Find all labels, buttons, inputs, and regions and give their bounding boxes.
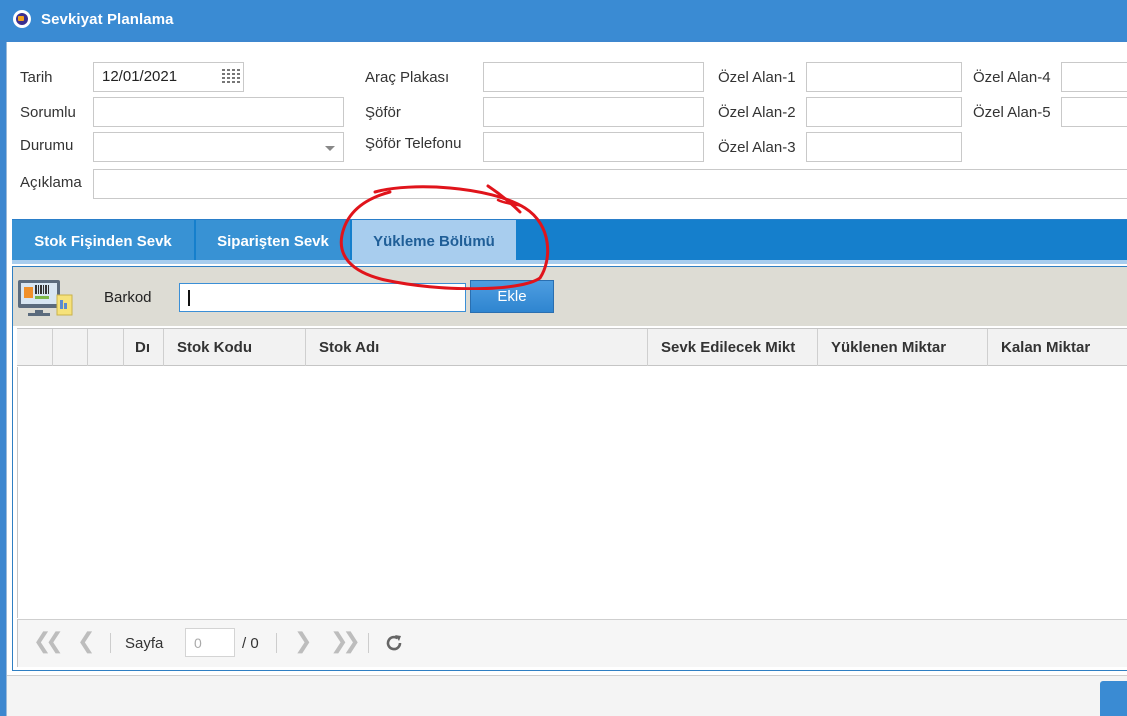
grid-col-stok-kodu[interactable]: Stok Kodu	[164, 329, 306, 366]
pos-terminal-icon	[18, 280, 73, 316]
grid-col-1[interactable]	[53, 329, 88, 366]
grid-col-stok-adi[interactable]: Stok Adı	[306, 329, 648, 366]
main-panel: Tarih 12/01/2021 Sorumlu Durumu Açıklama…	[6, 42, 1127, 716]
grid-col-0[interactable]	[17, 329, 53, 366]
sofor-label: Şöför	[365, 104, 401, 121]
first-page-icon[interactable]: ❮❮	[33, 630, 64, 652]
window-title: Sevkiyat Planlama	[41, 11, 174, 28]
tab-underline	[12, 260, 1127, 264]
arac-plakasi-label: Araç Plakası	[365, 69, 450, 86]
barkod-label: Barkod	[104, 289, 152, 306]
yukleme-tab-panel: Barkod Ekle Dı Stok Kodu Stok Adı Sevk E…	[12, 266, 1127, 671]
sofor-telefonu-label: Şöför Telefonu	[365, 135, 462, 152]
tarih-value: 12/01/2021	[102, 68, 178, 85]
ekle-button[interactable]: Ekle	[470, 280, 554, 313]
arac-plakasi-input[interactable]	[483, 62, 704, 92]
footer-action-button[interactable]	[1100, 681, 1127, 716]
next-page-icon[interactable]: ❯	[294, 630, 312, 652]
text-caret	[188, 290, 190, 306]
app-window: Sevkiyat Planlama Tarih 12/01/2021 Sorum…	[0, 0, 1127, 716]
app-logo-icon	[13, 10, 31, 28]
grid-col-2[interactable]	[88, 329, 124, 366]
sofor-input[interactable]	[483, 97, 704, 127]
tab-strip: Stok Fişinden Sevk Siparişten Sevk Yükle…	[12, 219, 1127, 261]
ozel-alan-4-input[interactable]	[1061, 62, 1127, 92]
pager-separator	[368, 633, 369, 653]
sofor-telefonu-input[interactable]	[483, 132, 704, 162]
ozel-alan-3-label: Özel Alan-3	[718, 139, 796, 156]
ozel-alan-4-label: Özel Alan-4	[973, 69, 1051, 86]
ozel-alan-1-label: Özel Alan-1	[718, 69, 796, 86]
ozel-alan-3-input[interactable]	[806, 132, 962, 162]
grid-col-kalan-miktar[interactable]: Kalan Miktar	[988, 329, 1127, 366]
title-bar: Sevkiyat Planlama	[0, 0, 1127, 40]
last-page-icon[interactable]: ❯❯	[330, 630, 361, 652]
grid-col-yuklenen-miktar[interactable]: Yüklenen Miktar	[818, 329, 988, 366]
ozel-alan-2-label: Özel Alan-2	[718, 104, 796, 121]
ozel-alan-1-input[interactable]	[806, 62, 962, 92]
refresh-icon[interactable]	[384, 633, 404, 653]
tab-stok-fisinden-sevk[interactable]: Stok Fişinden Sevk	[12, 220, 194, 261]
grid-header: Dı Stok Kodu Stok Adı Sevk Edilecek Mikt…	[17, 328, 1127, 366]
grid-body[interactable]	[17, 367, 1127, 618]
ozel-alan-5-label: Özel Alan-5	[973, 104, 1051, 121]
aciklama-label: Açıklama	[20, 174, 82, 191]
durumu-label: Durumu	[20, 137, 74, 154]
tab-yukleme-bolumu[interactable]: Yükleme Bölümü	[352, 220, 516, 261]
tarih-date-field[interactable]: 12/01/2021	[93, 62, 244, 92]
durumu-select[interactable]	[93, 132, 344, 162]
page-input[interactable]: 0	[185, 628, 235, 657]
page-total: / 0	[242, 635, 259, 652]
pager-separator	[276, 633, 277, 653]
sorumlu-label: Sorumlu	[20, 104, 76, 121]
tab-siparisten-sevk[interactable]: Siparişten Sevk	[196, 220, 350, 261]
aciklama-input[interactable]	[93, 169, 1127, 199]
grid-col-di[interactable]: Dı	[124, 329, 164, 366]
calendar-icon[interactable]	[222, 69, 240, 85]
prev-page-icon[interactable]: ❮	[77, 630, 95, 652]
barkod-input[interactable]	[179, 283, 466, 312]
pager-separator	[110, 633, 111, 653]
chevron-down-icon[interactable]	[325, 146, 335, 151]
grid-pager: ❮❮ ❮ Sayfa 0 / 0 ❯ ❯❯	[17, 619, 1127, 667]
ozel-alan-2-input[interactable]	[806, 97, 962, 127]
sorumlu-input[interactable]	[93, 97, 344, 127]
barkod-toolbar: Barkod Ekle	[13, 267, 1127, 326]
footer-bar	[7, 675, 1127, 716]
page-label: Sayfa	[125, 635, 164, 652]
tarih-label: Tarih	[20, 69, 53, 86]
grid-col-sevk-edilecek-miktar[interactable]: Sevk Edilecek Mikt	[648, 329, 818, 366]
ozel-alan-5-input[interactable]	[1061, 97, 1127, 127]
